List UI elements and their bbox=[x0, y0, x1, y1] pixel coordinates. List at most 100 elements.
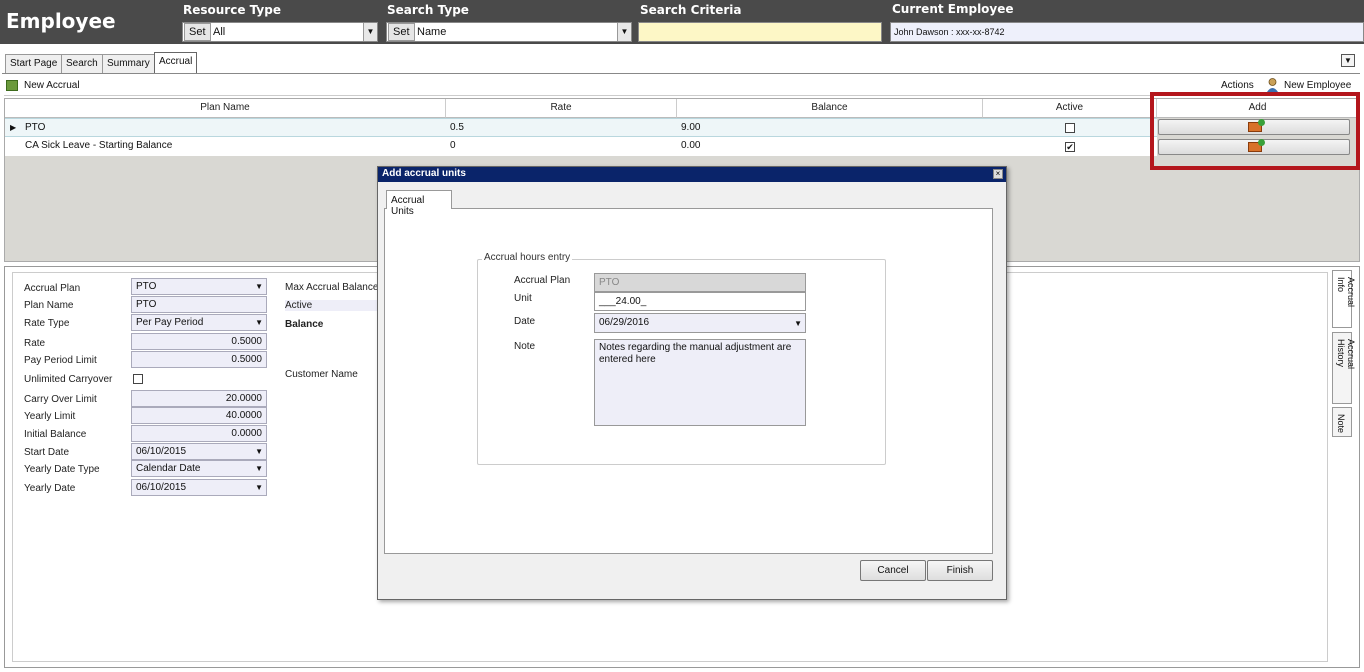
fieldset-legend: Accrual hours entry bbox=[482, 252, 573, 263]
tab-bar bbox=[2, 48, 1360, 74]
search-type-value: Name bbox=[417, 26, 447, 38]
side-tab-label: Accrual History bbox=[1336, 339, 1356, 370]
yearly-limit-label: Yearly Limit bbox=[24, 411, 76, 422]
balance-label: Balance bbox=[285, 319, 324, 330]
yearly-date-value: 06/10/2015 bbox=[136, 482, 187, 493]
date-label: Date bbox=[514, 316, 536, 327]
balance-cell: 0.00 bbox=[681, 140, 701, 151]
rate-type-select[interactable]: Per Pay Period ▼ bbox=[131, 314, 267, 331]
dialog-accrual-plan-label: Accrual Plan bbox=[514, 275, 571, 286]
side-tab-label: Note bbox=[1336, 414, 1346, 434]
column-header-plan-name[interactable]: Plan Name bbox=[5, 99, 446, 118]
active-checkbox[interactable]: ✔ bbox=[1065, 142, 1075, 152]
max-accrual-balance-label: Max Accrual Balance bbox=[285, 282, 379, 293]
current-employee-label: Current Employee bbox=[892, 2, 1014, 16]
start-date-picker[interactable]: 06/10/2015 ▼ bbox=[131, 443, 267, 460]
side-tab-note[interactable]: Note bbox=[1332, 407, 1352, 437]
finish-button[interactable]: Finish bbox=[927, 560, 993, 581]
search-criteria-input[interactable] bbox=[638, 22, 882, 42]
yearly-limit-field[interactable]: 40.0000 bbox=[131, 407, 267, 424]
new-accrual-icon bbox=[6, 80, 18, 91]
tab-search[interactable]: Search bbox=[61, 54, 103, 73]
chevron-down-icon: ▼ bbox=[255, 447, 263, 456]
new-employee-button[interactable]: New Employee bbox=[1284, 80, 1351, 91]
accrual-plan-label: Accrual Plan bbox=[24, 283, 81, 294]
plan-name-field[interactable]: PTO bbox=[131, 296, 267, 313]
row-selector-icon: ▶ bbox=[10, 123, 17, 132]
resource-type-value: All bbox=[213, 26, 226, 38]
close-icon[interactable]: × bbox=[993, 169, 1003, 179]
app-title: Employee bbox=[6, 9, 116, 33]
start-date-value: 06/10/2015 bbox=[136, 446, 187, 457]
yearly-date-type-label: Yearly Date Type bbox=[24, 464, 100, 475]
rate-label: Rate bbox=[24, 338, 46, 349]
chevron-down-icon: ▼ bbox=[794, 319, 802, 328]
plan-name-cell: PTO bbox=[25, 122, 46, 133]
accrual-plan-select[interactable]: PTO ▼ bbox=[131, 278, 267, 295]
yearly-date-label: Yearly Date bbox=[24, 483, 76, 494]
yearly-date-type-value: Calendar Date bbox=[136, 463, 201, 474]
unit-input[interactable]: ___24.00_ bbox=[594, 292, 806, 311]
resource-type-label: Resource Type bbox=[183, 3, 281, 17]
note-label: Note bbox=[514, 341, 536, 352]
chevron-down-icon: ▼ bbox=[255, 483, 263, 492]
highlight-box bbox=[1150, 92, 1360, 170]
table-row[interactable]: ▶ PTO 0.5 9.00 bbox=[5, 118, 1157, 137]
chevron-down-icon: ▼ bbox=[255, 318, 263, 327]
active-label: Active bbox=[285, 300, 377, 311]
column-header-balance[interactable]: Balance bbox=[677, 99, 983, 118]
resource-type-set-button[interactable]: Set bbox=[184, 23, 211, 41]
tab-accrual[interactable]: Accrual bbox=[154, 52, 198, 73]
carry-over-limit-label: Carry Over Limit bbox=[24, 394, 97, 405]
user-icon bbox=[1266, 78, 1279, 92]
customer-name-label: Customer Name bbox=[285, 369, 358, 380]
yearly-date-picker[interactable]: 06/10/2015 ▼ bbox=[131, 479, 267, 496]
date-picker[interactable]: 06/29/2016 ▼ bbox=[594, 313, 806, 333]
rate-cell: 0.5 bbox=[450, 122, 464, 133]
plan-name-label: Plan Name bbox=[24, 300, 74, 311]
chevron-down-icon: ▼ bbox=[255, 282, 263, 291]
rate-cell: 0 bbox=[450, 140, 456, 151]
active-checkbox[interactable] bbox=[1065, 123, 1075, 133]
current-employee-field: John Dawson : xxx-xx-8742 bbox=[890, 22, 1364, 42]
unit-label: Unit bbox=[514, 293, 532, 304]
rate-type-value: Per Pay Period bbox=[136, 317, 204, 328]
pay-period-limit-label: Pay Period Limit bbox=[24, 355, 97, 366]
rate-field[interactable]: 0.5000 bbox=[131, 333, 267, 350]
column-header-active[interactable]: Active bbox=[983, 99, 1157, 118]
search-type-combo[interactable]: Set Name ▼ bbox=[386, 22, 632, 42]
column-header-rate[interactable]: Rate bbox=[446, 99, 677, 118]
dialog-accrual-plan-field: PTO bbox=[594, 273, 806, 292]
search-type-label: Search Type bbox=[387, 3, 469, 17]
unlimited-carryover-label: Unlimited Carryover bbox=[24, 374, 113, 385]
balance-cell: 9.00 bbox=[681, 122, 701, 133]
chevron-down-icon[interactable]: ▼ bbox=[617, 23, 631, 41]
actions-menu[interactable]: Actions bbox=[1221, 80, 1254, 91]
initial-balance-label: Initial Balance bbox=[24, 429, 87, 440]
table-row[interactable]: CA Sick Leave - Starting Balance 0 0.00 bbox=[5, 137, 1157, 156]
carry-over-limit-field[interactable]: 20.0000 bbox=[131, 390, 267, 407]
note-textarea[interactable]: Notes regarding the manual adjustment ar… bbox=[594, 339, 806, 426]
side-tab-accrual-info[interactable]: Accrual Info bbox=[1332, 270, 1356, 328]
tab-summary[interactable]: Summary bbox=[102, 54, 155, 73]
tabs-menu-button[interactable]: ▼ bbox=[1341, 54, 1355, 67]
side-tab-accrual-history[interactable]: Accrual History bbox=[1332, 332, 1356, 404]
dialog-title: Add accrual units bbox=[378, 167, 1006, 182]
pay-period-limit-field[interactable]: 0.5000 bbox=[131, 351, 267, 368]
resource-type-combo[interactable]: Set All ▼ bbox=[182, 22, 378, 42]
side-tab-label: Accrual Info bbox=[1336, 277, 1356, 308]
search-type-set-button[interactable]: Set bbox=[388, 23, 415, 41]
cancel-button[interactable]: Cancel bbox=[860, 560, 926, 581]
accrual-plan-value: PTO bbox=[136, 281, 157, 292]
tab-start-page[interactable]: Start Page bbox=[5, 54, 63, 73]
chevron-down-icon: ▼ bbox=[255, 464, 263, 473]
initial-balance-field[interactable]: 0.0000 bbox=[131, 425, 267, 442]
plan-name-cell: CA Sick Leave - Starting Balance bbox=[25, 140, 173, 151]
chevron-down-icon[interactable]: ▼ bbox=[363, 23, 377, 41]
yearly-date-type-select[interactable]: Calendar Date ▼ bbox=[131, 460, 267, 477]
search-criteria-label: Search Criteria bbox=[640, 3, 742, 17]
tab-accrual-units[interactable]: Accrual Units bbox=[386, 190, 452, 217]
unlimited-carryover-checkbox[interactable] bbox=[133, 374, 143, 384]
start-date-label: Start Date bbox=[24, 447, 70, 458]
new-accrual-button[interactable]: New Accrual bbox=[24, 80, 80, 91]
